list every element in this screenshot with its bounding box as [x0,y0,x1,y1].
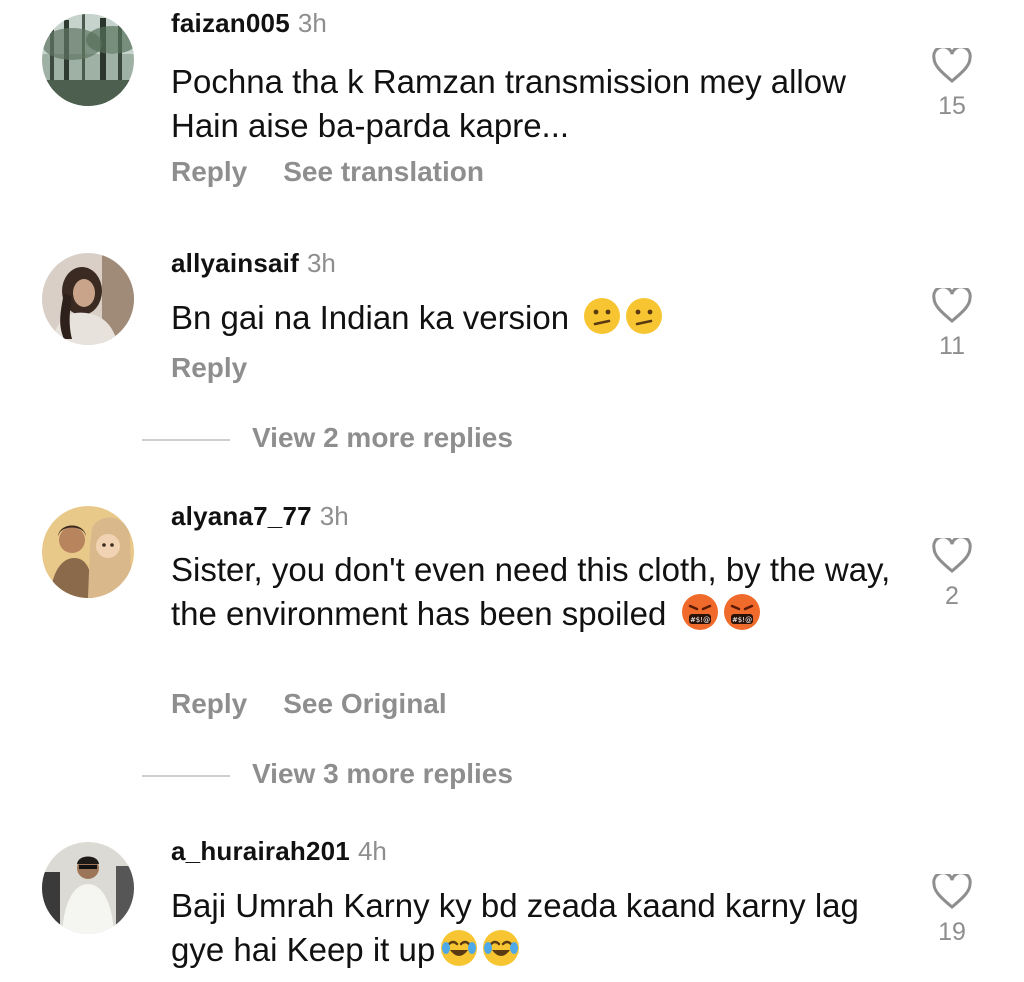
comment-text-body: Bn gai na Indian ka version [171,299,570,336]
divider [142,774,230,777]
comment-actions: Reply See Original [171,688,483,720]
view-more-replies-label: View 3 more replies [252,758,513,789]
svg-text:#$!@: #$!@ [689,616,709,624]
confused-face-icon [626,298,663,334]
comment-text: Bn gai na Indian ka version [171,296,891,340]
avatar[interactable] [42,14,134,106]
reply-button[interactable]: Reply [171,156,247,187]
timestamp: 4h [357,836,387,866]
comment-text-body: Sister, you don't even need this cloth, … [171,551,891,632]
divider [142,438,230,441]
confused-face-icon [584,298,621,334]
view-more-replies-button[interactable]: View 3 more replies [142,758,513,790]
like-control: 11 [928,288,976,361]
comment-text: Sister, you don't even need this cloth, … [171,548,891,636]
woman-photo-avatar-icon [42,253,134,345]
avatar[interactable] [42,842,134,934]
comment-actions: Reply [171,352,283,384]
angry-cursing-face-icon: #$!@ [723,594,760,630]
see-translation-button[interactable]: See translation [283,156,484,187]
like-control: 2 [928,538,976,611]
like-count: 19 [938,918,966,946]
forest-photo-avatar-icon [42,14,134,106]
like-count: 11 [939,332,965,360]
like-count: 2 [945,582,959,610]
avatar[interactable] [42,253,134,345]
avatar[interactable] [42,506,134,598]
timestamp: 3h [297,8,327,38]
like-count: 15 [938,92,966,120]
timestamp: 3h [306,248,336,278]
reply-button[interactable]: Reply [171,352,247,383]
username[interactable]: a_hurairah201 [171,836,350,866]
view-more-replies-button[interactable]: View 2 more replies [142,422,513,454]
comment-actions: Reply See translation [171,156,520,188]
username[interactable]: allyainsaif [171,248,299,278]
heart-icon[interactable] [932,48,972,84]
comment-text: Pochna tha k Ramzan transmission mey all… [171,63,846,144]
comment-header: a_hurairah201 4h [171,836,387,866]
angry-cursing-face-icon: #$!@ [681,594,718,630]
reply-button[interactable]: Reply [171,688,247,719]
comment-text: Baji Umrah Karny ky bd zeada kaand karny… [171,884,871,972]
comment-header: allyainsaif 3h [171,248,336,278]
tears-of-joy-face-icon [441,930,478,966]
heart-icon[interactable] [932,874,972,910]
svg-text:#$!@: #$!@ [731,616,751,624]
view-more-replies-label: View 2 more replies [252,422,513,453]
see-original-button[interactable]: See Original [283,688,446,719]
comment-header: alyana7_77 3h [171,501,349,531]
comment-header: faizan005 3h [171,8,327,38]
illustrated-couple-avatar-icon [42,506,134,598]
like-control: 19 [928,874,976,947]
man-photo-avatar-icon [42,842,134,934]
heart-icon[interactable] [932,538,972,574]
like-control: 15 [928,48,976,121]
username[interactable]: faizan005 [171,8,290,38]
timestamp: 3h [319,501,349,531]
tears-of-joy-face-icon [483,930,520,966]
heart-icon[interactable] [932,288,972,324]
username[interactable]: alyana7_77 [171,501,312,531]
